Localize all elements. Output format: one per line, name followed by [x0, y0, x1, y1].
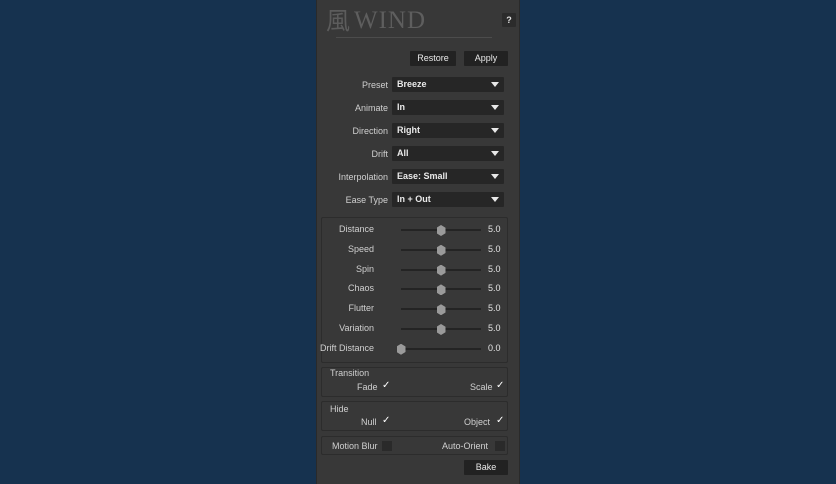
bake-button[interactable]: Bake	[464, 460, 508, 475]
interpolation-label: Interpolation	[338, 172, 388, 182]
distance-slider-thumb[interactable]	[436, 225, 446, 236]
scale-checkbox[interactable]: ✓	[496, 381, 504, 391]
transition-group: Transition Fade ✓ Scale ✓	[321, 367, 508, 397]
logo-title: WIND	[354, 7, 427, 34]
direction-dropdown[interactable]: Right	[392, 123, 504, 138]
variation-value: 5.0	[488, 323, 501, 333]
drift-distance-label: Drift Distance	[319, 342, 374, 353]
animate-value: In	[397, 102, 405, 112]
checkmark-icon: ✓	[496, 415, 505, 426]
options-group: Motion Blur Auto-Orient	[321, 436, 508, 455]
speed-value: 5.0	[488, 243, 501, 254]
wind-kanji-logo: 風	[326, 7, 350, 35]
help-button[interactable]: ?	[502, 13, 516, 27]
sliders-group: Distance 5.0 Speed 5.0 Spin 5.0 Chaos 5.0 Flutte…	[319, 217, 508, 363]
chevron-down-icon	[491, 105, 499, 110]
restore-button[interactable]: Restore	[410, 51, 456, 66]
chevron-down-icon	[491, 197, 499, 202]
spin-slider-thumb[interactable]	[436, 264, 446, 276]
direction-value: Right	[397, 125, 420, 135]
variation-slider-thumb[interactable]	[436, 324, 446, 335]
motion-blur-checkbox[interactable]	[382, 441, 392, 451]
checkmark-icon: ✓	[382, 380, 391, 391]
drift-distance-slider-thumb[interactable]	[396, 343, 406, 355]
ease-type-dropdown[interactable]: In + Out	[392, 192, 504, 207]
object-label: Object	[464, 417, 491, 427]
drift-dropdown[interactable]: All	[392, 146, 504, 161]
flutter-label: Flutter	[348, 303, 374, 314]
object-checkbox[interactable]: ✓	[496, 416, 504, 426]
drift-distance-value: 0.0	[488, 342, 501, 353]
logo: 風 WIND ?	[324, 6, 516, 35]
null-label: Null	[361, 417, 377, 427]
speed-label: Speed	[347, 243, 374, 254]
drift-label: Drift	[371, 149, 389, 159]
chaos-value: 5.0	[488, 283, 501, 294]
auto-orient-label: Auto-Orient	[442, 441, 489, 451]
chevron-down-icon	[491, 151, 499, 156]
flutter-slider-thumb[interactable]	[436, 304, 446, 316]
chevron-down-icon	[491, 174, 499, 179]
speed-slider-thumb[interactable]	[436, 244, 446, 256]
animate-dropdown[interactable]: In	[392, 100, 504, 115]
interpolation-value: Ease: Small	[397, 171, 448, 181]
wind-panel: 風 WIND ? Restore Apply Preset Breeze Ani…	[316, 0, 520, 484]
distance-value: 5.0	[488, 224, 501, 234]
preset-dropdown[interactable]: Breeze	[392, 77, 504, 92]
preset-value: Breeze	[397, 79, 427, 89]
chaos-label: Chaos	[347, 283, 374, 294]
ease-type-value: In + Out	[397, 194, 431, 204]
hide-title: Hide	[330, 404, 349, 414]
apply-button[interactable]: Apply	[464, 51, 508, 66]
chaos-slider-thumb[interactable]	[436, 284, 446, 296]
animate-label: Animate	[354, 103, 388, 113]
drift-distance-slider-track[interactable]	[401, 347, 481, 350]
ease-type-label: Ease Type	[345, 195, 388, 205]
scale-label: Scale	[470, 382, 493, 392]
checkmark-icon: ✓	[382, 415, 391, 426]
flutter-value: 5.0	[488, 303, 501, 314]
null-checkbox[interactable]: ✓	[382, 416, 390, 426]
spin-label: Spin	[355, 263, 374, 274]
chevron-down-icon	[491, 128, 499, 133]
drift-value: All	[397, 148, 409, 158]
fade-label: Fade	[357, 382, 378, 392]
spin-value: 5.0	[488, 263, 501, 274]
auto-orient-checkbox[interactable]	[495, 441, 505, 451]
chevron-down-icon	[491, 82, 499, 87]
hide-group: Hide Null ✓ Object ✓	[321, 401, 508, 431]
interpolation-dropdown[interactable]: Ease: Small	[392, 169, 504, 184]
logo-divider	[336, 37, 492, 38]
preset-label: Preset	[361, 80, 388, 90]
transition-title: Transition	[330, 368, 370, 378]
fade-checkbox[interactable]: ✓	[382, 381, 390, 391]
direction-label: Direction	[352, 126, 388, 136]
checkmark-icon: ✓	[496, 380, 505, 391]
distance-label: Distance	[338, 224, 374, 234]
variation-label: Variation	[339, 323, 374, 333]
motion-blur-label: Motion Blur	[332, 441, 378, 451]
